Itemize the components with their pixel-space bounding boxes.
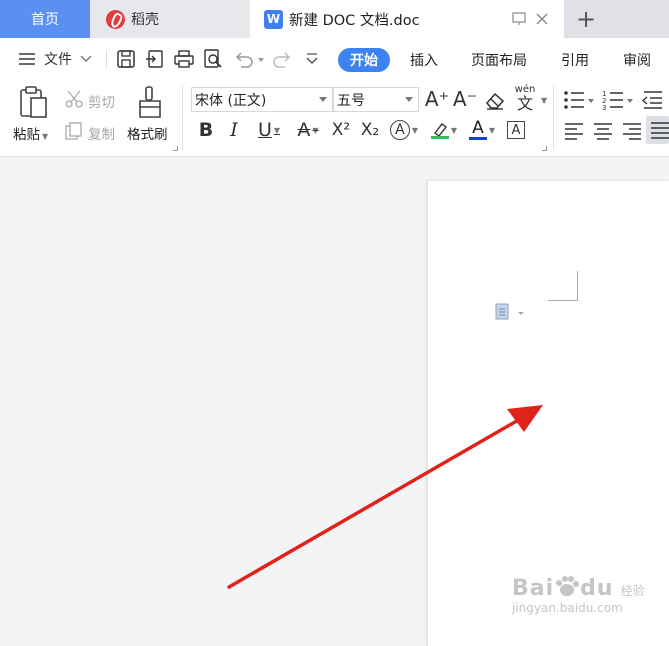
export-pdf-icon[interactable] bbox=[144, 48, 166, 70]
font-color-button[interactable]: A ▼ bbox=[466, 118, 498, 142]
font-color-icon: A bbox=[472, 118, 484, 138]
watermark-brand: Bai bbox=[512, 576, 555, 601]
font-color-bar bbox=[468, 137, 487, 140]
highlight-button[interactable]: ▼ bbox=[428, 118, 460, 142]
superscript-icon: X² bbox=[331, 120, 351, 140]
chevron-down-icon[interactable]: ▼ bbox=[541, 96, 547, 105]
paste-button[interactable]: 粘贴 ▼ bbox=[13, 123, 48, 143]
watermark-brand-2: du bbox=[580, 576, 614, 601]
menu-divider bbox=[106, 50, 107, 68]
justify-icon bbox=[651, 122, 669, 139]
align-right-icon[interactable] bbox=[621, 120, 643, 142]
daoke-logo-icon bbox=[106, 9, 125, 29]
tab-insert[interactable]: 插入 bbox=[410, 48, 438, 72]
copy-label[interactable]: 复制 bbox=[88, 123, 115, 143]
undo-icon[interactable] bbox=[232, 48, 266, 70]
justify-button[interactable] bbox=[646, 116, 669, 144]
highlight-color-bar bbox=[430, 135, 449, 139]
chevron-down-icon bbox=[80, 55, 92, 62]
menu-bar: 文件 开始 插入 页面布局 引用 审阅 bbox=[0, 38, 669, 80]
new-tab-button[interactable]: + bbox=[566, 0, 606, 38]
cut-icon[interactable] bbox=[64, 89, 84, 109]
cut-label[interactable]: 剪切 bbox=[88, 91, 115, 111]
file-menu-button[interactable]: 文件 bbox=[18, 49, 92, 69]
watermark-sub: 经验 bbox=[620, 584, 645, 598]
paw-icon bbox=[556, 576, 580, 596]
tab-bar: 首页 稻壳 W 新建 DOC 文档.doc + bbox=[0, 0, 669, 38]
tab-page-layout[interactable]: 页面布局 bbox=[471, 48, 527, 72]
clear-format-icon[interactable] bbox=[484, 89, 506, 111]
shrink-font-button[interactable]: A⁻ bbox=[453, 87, 477, 111]
page-margin-corner-mark bbox=[548, 271, 578, 301]
tab-home-label: 首页 bbox=[31, 12, 59, 28]
tab-review[interactable]: 审阅 bbox=[623, 48, 651, 72]
bullet-list-icon[interactable] bbox=[563, 89, 595, 111]
align-left-icon[interactable] bbox=[563, 120, 585, 142]
grow-font-icon: A⁺ bbox=[424, 87, 450, 111]
subscript-icon: X₂ bbox=[360, 120, 380, 140]
ribbon-toolbar: 粘贴 ▼ 剪切 复制 格式刷 宋体 (正文) 五号 A⁺ A⁻ wén 文 ▼ B bbox=[0, 80, 669, 157]
highlighter-icon bbox=[433, 122, 447, 136]
tab-references[interactable]: 引用 bbox=[561, 48, 589, 72]
font-name-select[interactable]: 宋体 (正文) bbox=[191, 87, 333, 112]
char-border-icon: A bbox=[507, 121, 525, 139]
font-name-value: 宋体 (正文) bbox=[195, 92, 267, 109]
text-effect-button[interactable]: A ▼ bbox=[388, 118, 420, 142]
char-border-button[interactable]: A bbox=[505, 118, 527, 142]
numbered-list-icon[interactable]: 123 bbox=[602, 89, 634, 111]
paste-label: 粘贴 bbox=[13, 127, 40, 143]
baidu-jingyan-watermark: Bai du 经验 jingyan.baidu.com bbox=[512, 575, 645, 615]
ribbon-divider bbox=[553, 86, 554, 150]
underline-icon: U bbox=[257, 119, 272, 141]
tab-start[interactable]: 开始 bbox=[338, 48, 390, 72]
superscript-button[interactable]: X² bbox=[328, 118, 354, 142]
watermark-url: jingyan.baidu.com bbox=[512, 601, 623, 615]
italic-button[interactable]: I bbox=[224, 118, 244, 142]
strikethrough-icon: A bbox=[297, 119, 311, 141]
print-preview-icon[interactable] bbox=[202, 48, 224, 70]
close-tab-icon[interactable] bbox=[535, 0, 549, 38]
bold-button[interactable]: B bbox=[195, 118, 217, 142]
tab-daoke-label: 稻壳 bbox=[131, 12, 159, 28]
tab-document-label: 新建 DOC 文档.doc bbox=[289, 12, 420, 29]
chevron-down-icon bbox=[405, 97, 413, 102]
font-dialog-launcher[interactable] bbox=[542, 146, 547, 151]
copy-icon[interactable] bbox=[64, 121, 84, 141]
strikethrough-button[interactable]: A ▼ bbox=[291, 118, 325, 142]
decrease-indent-icon[interactable] bbox=[640, 89, 666, 111]
pinyin-guide-button[interactable]: wén 文 bbox=[512, 84, 538, 116]
tab-daoke[interactable]: 稻壳 bbox=[90, 0, 250, 38]
svg-text:3: 3 bbox=[602, 104, 606, 111]
document-workspace[interactable] bbox=[0, 157, 669, 646]
tab-home[interactable]: 首页 bbox=[0, 0, 90, 38]
subscript-button[interactable]: X₂ bbox=[357, 118, 383, 142]
grow-font-button[interactable]: A⁺ bbox=[425, 87, 449, 111]
paste-options-icon[interactable] bbox=[494, 302, 526, 322]
pinyin-char: 文 bbox=[516, 94, 533, 113]
writer-doc-icon: W bbox=[264, 9, 283, 29]
font-size-value: 五号 bbox=[337, 92, 365, 109]
text-effect-icon: A bbox=[389, 120, 410, 140]
quick-access-more-icon[interactable] bbox=[303, 48, 321, 70]
bold-icon: B bbox=[198, 119, 214, 141]
file-menu-label: 文件 bbox=[44, 52, 72, 68]
italic-icon: I bbox=[230, 119, 238, 141]
print-icon[interactable] bbox=[173, 48, 195, 70]
hamburger-icon bbox=[19, 53, 35, 65]
format-painter-icon[interactable] bbox=[136, 85, 164, 119]
chevron-down-icon bbox=[319, 97, 327, 102]
clipboard-dialog-launcher[interactable] bbox=[173, 146, 178, 151]
font-size-select[interactable]: 五号 bbox=[333, 87, 419, 112]
paste-icon[interactable] bbox=[18, 85, 50, 119]
ribbon-divider bbox=[182, 86, 183, 150]
shrink-font-icon: A⁻ bbox=[452, 87, 478, 111]
format-painter-label[interactable]: 格式刷 bbox=[127, 123, 168, 143]
underline-button[interactable]: U ▼ bbox=[252, 118, 286, 142]
pin-icon[interactable] bbox=[512, 0, 526, 38]
align-center-icon[interactable] bbox=[592, 120, 614, 142]
redo-icon[interactable] bbox=[272, 48, 294, 70]
save-icon[interactable] bbox=[115, 48, 137, 70]
